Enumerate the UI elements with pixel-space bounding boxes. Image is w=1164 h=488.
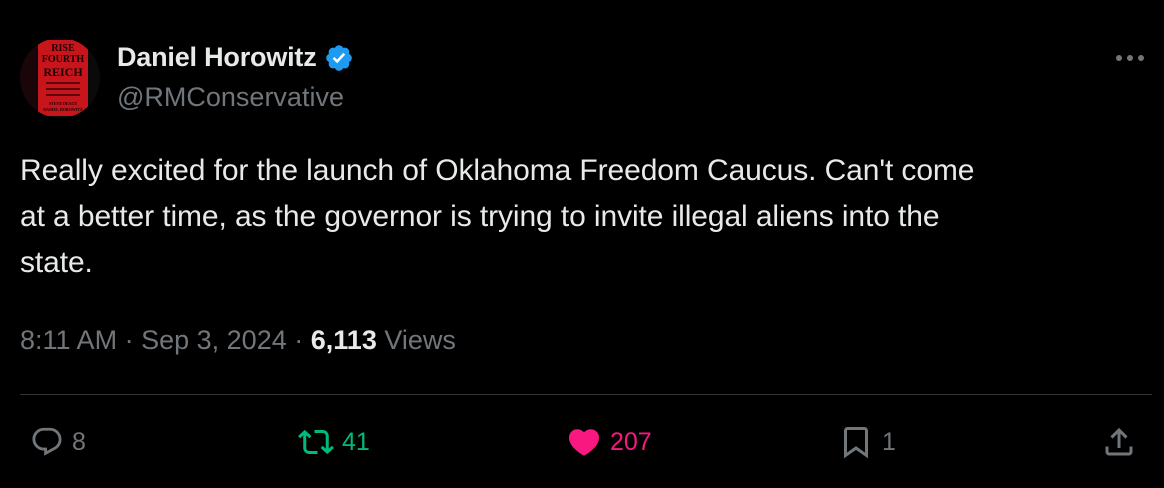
verified-badge-icon[interactable] — [324, 43, 354, 73]
share-button[interactable] — [1101, 418, 1137, 466]
bookmark-button[interactable]: 1 — [838, 418, 896, 466]
author-handle[interactable]: @RMConservative — [117, 82, 344, 113]
avatar-book-cover: RISE FOURTH REICH STEVE DEACE DANIEL HOR… — [38, 40, 88, 116]
views-count: 6,113 — [310, 325, 377, 355]
avatar-book-author-2: DANIEL HOROWITZ — [43, 107, 83, 112]
tweet-date[interactable]: Sep 3, 2024 — [141, 325, 287, 355]
heart-icon — [566, 424, 602, 460]
retweet-count: 41 — [342, 427, 370, 456]
tweet-text-line: at a better time, as the governor is try… — [20, 200, 940, 233]
reply-button[interactable]: 8 — [30, 418, 86, 466]
avatar-book-title-rise: RISE — [51, 43, 75, 54]
reply-icon — [30, 425, 64, 459]
avatar-book-title-reich: REICH — [43, 65, 83, 79]
display-name[interactable]: Daniel Horowitz — [117, 42, 317, 73]
avatar-book-title-fourth: FOURTH — [41, 54, 85, 65]
bookmark-count: 1 — [882, 427, 896, 456]
bookmark-icon — [838, 424, 874, 460]
avatar-book-spine — [20, 46, 36, 116]
more-options-icon[interactable] — [1116, 55, 1144, 61]
tweet-text-line: Really excited for the launch of Oklahom… — [20, 154, 975, 187]
reply-count: 8 — [72, 427, 86, 456]
retweet-icon — [298, 424, 334, 460]
like-button[interactable]: 207 — [566, 418, 652, 466]
divider — [20, 394, 1152, 395]
avatar[interactable]: RISE FOURTH REICH STEVE DEACE DANIEL HOR… — [20, 38, 100, 118]
views-label: Views — [384, 325, 456, 355]
share-icon — [1101, 424, 1137, 460]
tweet-text-line: state. — [20, 246, 93, 279]
meta-separator: · — [124, 325, 134, 355]
like-count: 207 — [610, 427, 652, 456]
retweet-button[interactable]: 41 — [298, 418, 370, 466]
tweet-meta: 8:11 AM · Sep 3, 2024 · 6,113 Views — [20, 325, 456, 356]
author-name-row: Daniel Horowitz — [117, 42, 354, 73]
meta-separator: · — [294, 325, 304, 355]
tweet-text: Really excited for the launch of Oklahom… — [20, 148, 1144, 286]
action-bar: 8 41 207 1 — [0, 418, 1164, 466]
avatar-book-author-1: STEVE DEACE — [48, 101, 78, 106]
tweet-time[interactable]: 8:11 AM — [20, 325, 117, 355]
